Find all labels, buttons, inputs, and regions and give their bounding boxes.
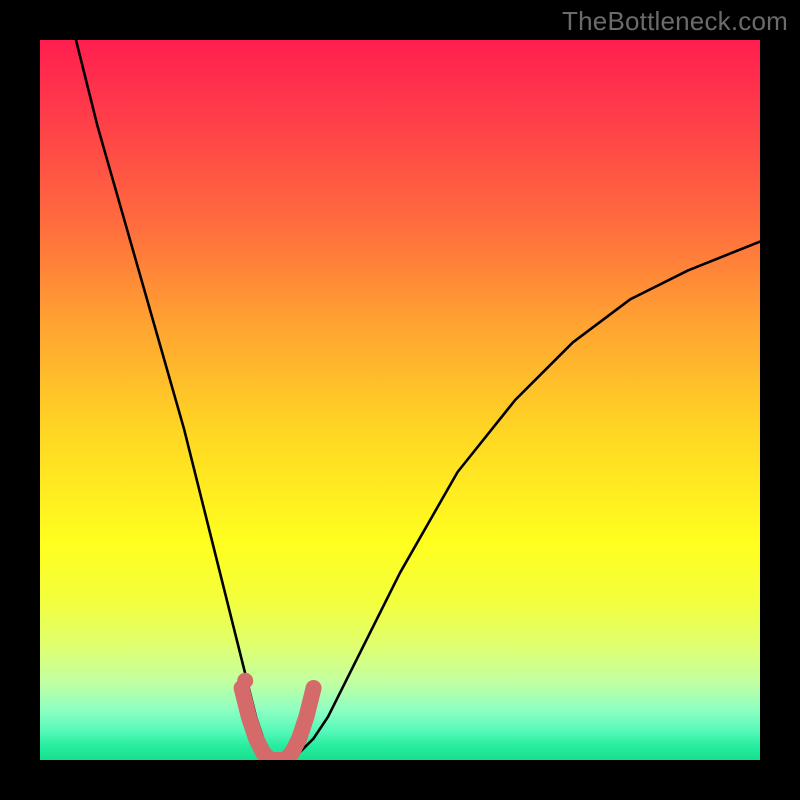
bottleneck-curve bbox=[76, 40, 760, 760]
chart-frame: TheBottleneck.com bbox=[0, 0, 800, 800]
curve-layer bbox=[40, 40, 760, 760]
watermark-text: TheBottleneck.com bbox=[562, 6, 788, 37]
plot-area bbox=[40, 40, 760, 760]
highlight-dot bbox=[237, 673, 253, 689]
